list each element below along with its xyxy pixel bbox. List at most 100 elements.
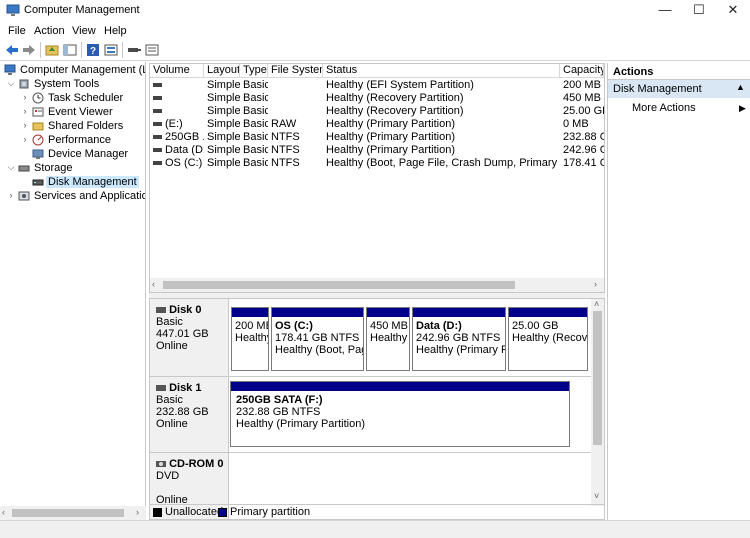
table-row[interactable]: Simple Basic Healthy (Recovery Partition) 4… (150, 92, 604, 105)
chevron-right-icon[interactable]: › (20, 92, 30, 102)
scroll-up-icon[interactable]: ˄ (594, 299, 599, 309)
partition-250gb-sata-f[interactable]: 250GB SATA (F:) 232.88 GB NTFS Healthy (… (230, 381, 570, 447)
column-header-file-system[interactable]: File System (268, 64, 323, 78)
cell-type: Basic (243, 118, 268, 130)
chevron-down-icon[interactable]: ⌵ (6, 162, 16, 173)
partition-efi[interactable]: 200 MB Healthy (231, 307, 269, 371)
column-header-layout[interactable]: Layout (204, 64, 240, 78)
partition-name: 250GB SATA (F:) (236, 394, 323, 406)
disk-type: DVD (156, 470, 180, 482)
more-actions-item[interactable]: More Actions (632, 102, 696, 114)
status-bar (0, 520, 750, 538)
scroll-thumb[interactable] (593, 311, 602, 445)
scroll-right-icon[interactable]: › (136, 507, 139, 517)
scroll-thumb[interactable] (12, 509, 124, 517)
partition-recovery-450[interactable]: 450 MB Healthy ( (366, 307, 410, 371)
services-icon (18, 191, 30, 201)
disk-1-label[interactable]: Disk 1 Basic 232.88 GB Online (150, 377, 229, 453)
up-folder-icon[interactable] (44, 42, 60, 58)
tree-item-disk-management[interactable]: Disk Management (0, 176, 145, 189)
cell-layout: Simple (207, 144, 240, 156)
partition-bar (231, 382, 569, 391)
disk-0-label[interactable]: Disk 0 Basic 447.01 GB Online (150, 299, 229, 377)
back-arrow-icon[interactable] (4, 42, 20, 58)
tree-item-event-viewer[interactable]: › Event Viewer (0, 106, 145, 119)
tree-item-root[interactable]: Computer Management (Local (0, 64, 145, 77)
menu-view[interactable]: View (72, 25, 96, 37)
table-row[interactable]: Data (D:)SimpleBasicNTFS Healthy (Primary… (150, 144, 604, 157)
chevron-down-icon[interactable]: ⌵ (6, 78, 16, 89)
column-header-status[interactable]: Status (323, 64, 560, 78)
cd-drive-icon (156, 461, 166, 468)
submenu-arrow-icon[interactable]: ▶ (739, 103, 746, 114)
navigation-tree: Computer Management (Local ⌵ System Tool… (0, 62, 146, 520)
scroll-left-icon[interactable]: ‹ (2, 507, 5, 517)
menu-file[interactable]: File (8, 25, 26, 37)
volume-list: Volume Layout Type File System Status Ca… (149, 63, 605, 293)
cell-type: Basic (243, 92, 268, 104)
actions-header: Actions (608, 63, 750, 80)
tree-horizontal-scrollbar[interactable]: ‹ › (0, 506, 146, 520)
cell-capacity: 25.00 GB (563, 105, 604, 117)
tree-item-shared-folders[interactable]: › Shared Folders (0, 120, 145, 133)
chevron-right-icon[interactable]: › (6, 190, 16, 200)
column-header-capacity[interactable]: Capacity (560, 64, 604, 78)
tree-item-device-manager[interactable]: Device Manager (0, 148, 145, 161)
cell-layout: Simple (207, 131, 240, 143)
properties-icon[interactable] (103, 42, 119, 58)
event-viewer-icon (32, 107, 44, 117)
cell-type: Basic (243, 157, 268, 169)
menu-action[interactable]: Action (34, 25, 65, 37)
show-hide-tree-icon[interactable] (62, 42, 78, 58)
cell-file-system (271, 105, 323, 118)
table-row[interactable]: OS (C:) Simple Basic NTFS Healthy (Boot, Pag… (150, 157, 604, 170)
table-row[interactable]: 250GB ...SimpleBasicNTFS Healthy (Primary… (150, 131, 604, 144)
scroll-left-icon[interactable]: ‹ (152, 279, 155, 289)
tree-item-storage[interactable]: ⌵ Storage (0, 162, 145, 175)
cell-file-system (271, 92, 323, 105)
partition-status: Healthy (Primary Par (416, 344, 505, 356)
table-row[interactable]: (E:) Simple Basic RAW Healthy (Primary Parti… (150, 118, 604, 131)
actions-section-label: Disk Management (613, 83, 702, 95)
partition-size: 450 MB (370, 320, 408, 332)
minimize-button[interactable]: — (648, 0, 682, 22)
computer-management-icon (6, 4, 20, 16)
computer-management-icon (4, 64, 16, 75)
scroll-right-icon[interactable]: › (594, 279, 597, 289)
scroll-thumb[interactable] (163, 281, 515, 289)
partition-os-c[interactable]: OS (C:) 178.41 GB NTFS Healthy (Boot, Pa… (271, 307, 364, 371)
disk-list-icon[interactable] (144, 42, 160, 58)
connect-icon[interactable] (126, 42, 142, 58)
close-button[interactable]: ✕ (716, 0, 750, 22)
disk-state: Online (156, 340, 188, 352)
cell-type: Basic (243, 144, 268, 156)
column-header-volume[interactable]: Volume (150, 64, 204, 78)
forward-arrow-icon[interactable] (21, 42, 37, 58)
maximize-button[interactable]: ☐ (682, 0, 716, 22)
partition-data-d[interactable]: Data (D:) 242.96 GB NTFS Healthy (Primar… (412, 307, 506, 371)
legend-primary-label: Primary partition (230, 506, 311, 518)
chevron-right-icon[interactable]: › (20, 134, 30, 144)
help-icon[interactable]: ? (85, 42, 101, 58)
storage-icon (18, 165, 30, 172)
tree-item-performance[interactable]: › Performance (0, 134, 145, 147)
disk-size (156, 482, 228, 494)
cell-status: Healthy (Boot, Page File, Crash Dump, Pr… (326, 157, 560, 169)
table-row[interactable]: Simple Basic Healthy (EFI System Partition… (150, 79, 604, 92)
cell-status: Healthy (Primary Partition) (326, 131, 455, 143)
tree-item-task-scheduler[interactable]: › Task Scheduler (0, 92, 145, 105)
disk-view-vertical-scrollbar[interactable]: ˄ ˅ (591, 299, 604, 506)
disk-icon (156, 307, 166, 314)
scroll-down-icon[interactable]: ˅ (594, 491, 599, 501)
table-row[interactable]: Simple Basic Healthy (Recovery Partition) 2… (150, 105, 604, 118)
volume-list-horizontal-scrollbar[interactable]: ‹ › (150, 278, 604, 292)
menu-help[interactable]: Help (104, 25, 127, 37)
tree-item-system-tools[interactable]: ⌵ System Tools (0, 78, 145, 91)
actions-section-disk-management[interactable]: Disk Management ▲ (608, 80, 750, 98)
collapse-up-icon[interactable]: ▲ (736, 82, 745, 92)
partition-recovery-25gb[interactable]: 25.00 GB Healthy (Recover (508, 307, 588, 371)
chevron-right-icon[interactable]: › (20, 120, 30, 130)
tree-item-services-applications[interactable]: › Services and Applications (0, 190, 146, 203)
chevron-right-icon[interactable]: › (20, 106, 30, 116)
column-header-type[interactable]: Type (240, 64, 268, 78)
